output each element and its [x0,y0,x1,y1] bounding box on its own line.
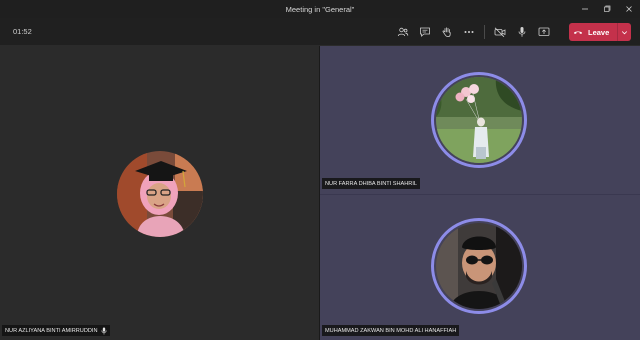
chat-icon [420,27,430,37]
chat-button[interactable] [414,22,436,42]
raise-hand-button[interactable] [436,22,458,42]
more-options-button[interactable] [458,22,480,42]
name-tag-participant-1: NUR AZLIYANA BINTI AMIRRUDDIN [2,325,110,336]
maximize-button[interactable] [596,0,618,18]
raise-hand-icon [442,27,451,38]
toolbar-separator [484,25,485,39]
camera-off-icon [494,27,506,38]
leave-label: Leave [588,27,610,37]
more-icon [464,31,474,33]
window-controls [574,0,640,18]
microphone-icon [518,27,526,37]
avatar-participant-3 [436,223,522,309]
leave-options-button[interactable] [617,23,631,41]
meeting-timer: 01:52 [13,27,32,36]
close-button[interactable] [618,0,640,18]
minimize-icon [582,8,588,10]
camera-button[interactable] [489,22,511,42]
microphone-button[interactable] [511,22,533,42]
close-icon [626,6,632,12]
meeting-controls [392,22,555,42]
participant-name: NUR AZLIYANA BINTI AMIRRUDDIN [5,327,98,334]
participant-name: NUR FARRA DHIBA BINTI SHAHRIL [325,180,418,187]
title-bar: Meeting in "General" [0,0,640,18]
mic-icon [101,327,107,334]
maximize-icon [604,5,611,12]
name-tag-participant-3: MUHAMMAD ZAKWAN BIN MOHD ALI HANAFFIAH [322,325,460,336]
meeting-window: Meeting in "General" 01:52 Leave NUR AZL… [0,0,640,340]
participants-icon [397,27,409,37]
meeting-toolbar: 01:52 Leave [0,18,640,46]
minimize-button[interactable] [574,0,596,18]
share-screen-button[interactable] [533,22,555,42]
share-screen-icon [538,27,550,36]
tile-divider [320,194,640,195]
window-title: Meeting in "General" [285,4,355,14]
participants-button[interactable] [392,22,414,42]
leave-button[interactable]: Leave [569,23,631,41]
avatar-participant-2 [436,77,522,163]
avatar-participant-1 [117,151,203,237]
chevron-down-icon [621,30,628,34]
participant-name: MUHAMMAD ZAKWAN BIN MOHD ALI HANAFFIAH [325,327,457,334]
name-tag-participant-2: NUR FARRA DHIBA BINTI SHAHRIL [322,178,421,189]
phone-hangup-icon [569,23,587,41]
